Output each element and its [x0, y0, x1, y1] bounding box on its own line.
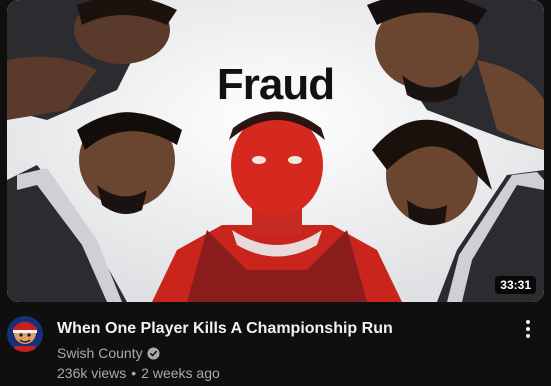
video-title[interactable]: When One Player Kills A Championship Run [57, 318, 504, 340]
duration-badge: 33:31 [495, 276, 536, 294]
more-vertical-icon[interactable] [516, 317, 540, 341]
channel-logo-icon [7, 316, 43, 352]
channel-name[interactable]: Swish County [57, 343, 143, 363]
channel-avatar[interactable] [7, 316, 43, 352]
menu-dot [526, 320, 530, 324]
thumbnail-title: Fraud [216, 60, 335, 109]
channel-name-row[interactable]: Swish County [57, 343, 160, 363]
view-count: 236k views [57, 365, 127, 381]
upload-age: 2 weeks ago [141, 365, 220, 381]
video-details: When One Player Kills A Championship Run… [7, 313, 544, 383]
video-stats: 236k views • 2 weeks ago [57, 363, 220, 383]
menu-dot [526, 327, 530, 331]
video-thumbnail[interactable]: Fraud 33:31 [7, 0, 544, 302]
verified-check-icon [147, 346, 160, 360]
menu-dot [526, 334, 530, 338]
thumbnail-artwork [7, 0, 544, 302]
separator-dot: • [131, 365, 137, 381]
